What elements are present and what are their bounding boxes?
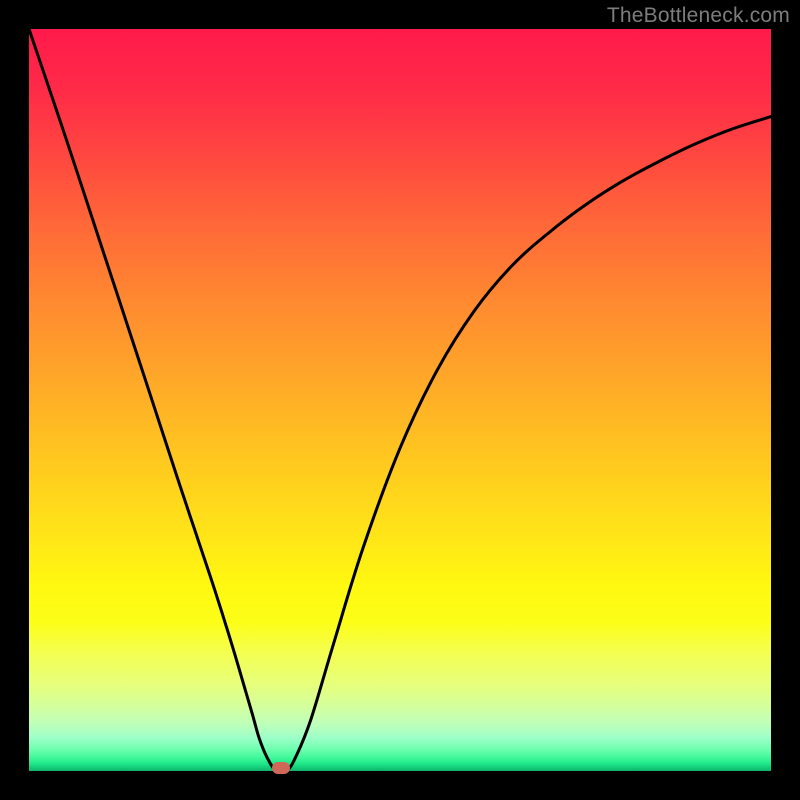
watermark-text: TheBottleneck.com [607, 4, 790, 28]
bottleneck-gradient-bg [29, 29, 771, 771]
optimal-point-marker [272, 762, 290, 774]
chart-plot-area [29, 29, 771, 771]
